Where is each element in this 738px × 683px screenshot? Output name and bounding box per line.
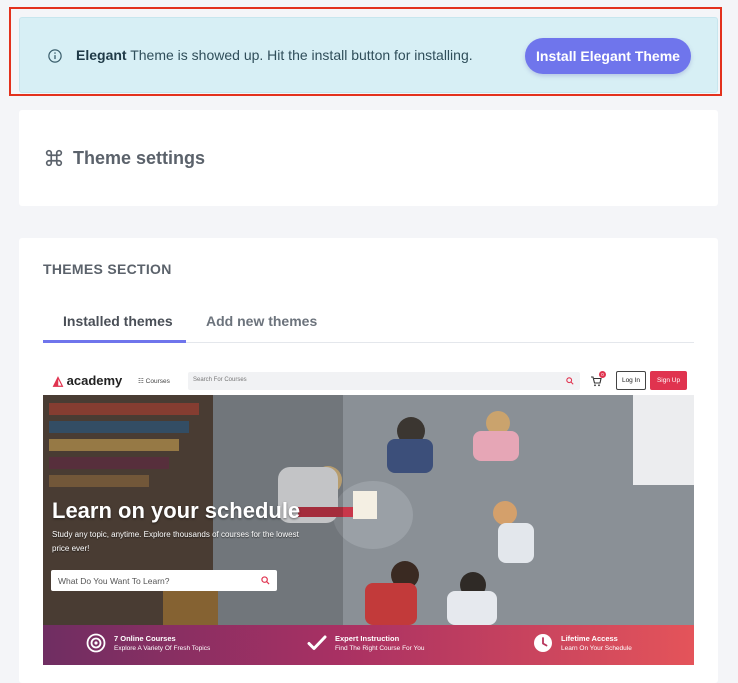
preview-signup-button: Sign Up xyxy=(650,371,687,390)
preview-navbar: ◭ academy ☷ Courses Search For Courses 0… xyxy=(43,368,694,394)
preview-courses-menu: ☷ Courses xyxy=(138,378,170,385)
cart-count-badge: 0 xyxy=(599,371,606,378)
theme-settings-card: Theme settings xyxy=(19,110,718,206)
preview-courses-label: Courses xyxy=(145,378,170,385)
install-theme-button[interactable]: Install Elegant Theme xyxy=(525,38,691,74)
feature-title: 7 Online Courses xyxy=(114,634,176,643)
theme-preview-thumbnail[interactable]: ◭ academy ☷ Courses Search For Courses 0… xyxy=(43,368,694,665)
themes-tabs: Installed themes Add new themes xyxy=(43,302,694,343)
theme-settings-title: Theme settings xyxy=(73,148,206,168)
target-icon xyxy=(86,633,106,653)
preview-subtext: Study any topic, anytime. Explore thousa… xyxy=(52,530,299,553)
preview-search-bar: Search For Courses xyxy=(188,372,580,390)
feature-title: Lifetime Access xyxy=(561,634,618,643)
preview-hero-search-placeholder: What Do You Want To Learn? xyxy=(58,576,170,586)
preview-login-button: Log In xyxy=(616,371,646,390)
theme-notice-alert: Elegant Theme is showed up. Hit the inst… xyxy=(19,17,718,93)
feature-subtitle: Explore A Variety Of Fresh Topics xyxy=(114,645,211,652)
preview-logo-text: academy xyxy=(66,373,123,388)
command-icon xyxy=(45,149,63,167)
search-icon xyxy=(261,576,270,585)
preview-search-placeholder: Search For Courses xyxy=(193,377,247,383)
preview-hero-search: What Do You Want To Learn? xyxy=(51,570,277,591)
preview-features-band: 7 Online Courses Explore A Variety Of Fr… xyxy=(43,625,694,665)
info-icon xyxy=(48,49,62,63)
feature-subtitle: Learn On Your Schedule xyxy=(561,645,632,652)
feature-subtitle: Find The Right Course For You xyxy=(335,645,425,652)
check-icon xyxy=(307,635,327,650)
themes-section-title: THEMES SECTION xyxy=(43,261,172,277)
preview-hero-image: Learn on your schedule Study any topic, … xyxy=(43,395,694,625)
feature-title: Expert Instruction xyxy=(335,634,400,643)
tab-installed-themes[interactable]: Installed themes xyxy=(63,313,173,329)
notice-text: Elegant Theme is showed up. Hit the inst… xyxy=(76,47,473,63)
search-icon xyxy=(566,377,574,385)
clock-icon xyxy=(534,634,552,652)
preview-logo: ◭ academy xyxy=(53,373,122,389)
notice-message: Theme is showed up. Hit the install butt… xyxy=(130,47,473,63)
tab-add-new-themes[interactable]: Add new themes xyxy=(206,313,317,329)
academy-logo-icon: ◭ xyxy=(53,373,63,388)
themes-section-card: THEMES SECTION Installed themes Add new … xyxy=(19,238,718,683)
active-tab-indicator xyxy=(43,340,186,343)
notice-theme-name: Elegant xyxy=(76,47,127,63)
preview-headline: Learn on your schedule xyxy=(52,498,301,523)
